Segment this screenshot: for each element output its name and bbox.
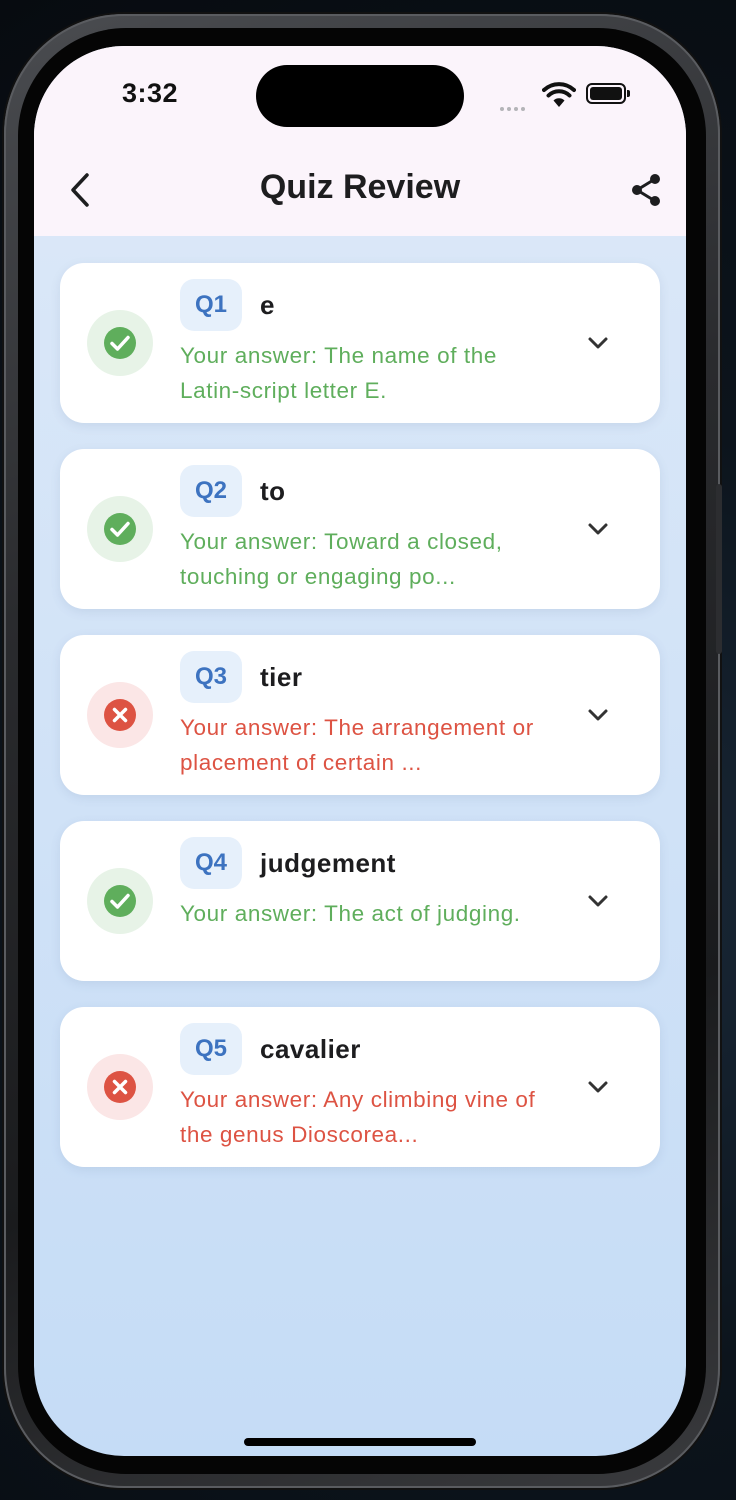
- app-screen: 3:32 Quiz Review Q1 e Your answer: The n…: [34, 46, 686, 1456]
- question-word: cavalier: [260, 1034, 361, 1064]
- check-circle-icon: [104, 327, 136, 359]
- x-circle-icon: [104, 1071, 136, 1103]
- power-button: [716, 484, 722, 654]
- status-time: 3:32: [122, 78, 179, 108]
- x-circle-icon: [104, 699, 136, 731]
- app-header: 3:32 Quiz Review: [34, 46, 686, 236]
- share-button[interactable]: [626, 170, 666, 210]
- check-circle-icon: [104, 513, 136, 545]
- question-number-chip: Q2: [180, 465, 242, 517]
- question-word: judgement: [260, 848, 396, 878]
- expand-button[interactable]: [584, 329, 612, 357]
- expand-button[interactable]: [584, 887, 612, 915]
- page-title: Quiz Review: [259, 168, 461, 206]
- expand-button[interactable]: [584, 1073, 612, 1101]
- question-card[interactable]: Q5 cavalier Your answer: Any climbing vi…: [60, 1007, 660, 1167]
- answer-text: Your answer: The name of the Latin-scrip…: [180, 343, 497, 403]
- chevron-down-icon: [588, 895, 608, 907]
- battery-icon: [586, 83, 630, 104]
- answer-text: Your answer: The arrangement or placemen…: [180, 715, 534, 775]
- home-indicator[interactable]: [244, 1438, 476, 1446]
- question-list: Q1 e Your answer: The name of the Latin-…: [60, 263, 660, 1193]
- question-number-chip: Q3: [180, 651, 242, 703]
- question-card[interactable]: Q3 tier Your answer: The arrangement or …: [60, 635, 660, 795]
- answer-text: Your answer: Toward a closed, touching o…: [180, 529, 503, 589]
- question-card[interactable]: Q1 e Your answer: The name of the Latin-…: [60, 263, 660, 423]
- dynamic-island: [256, 65, 464, 127]
- wifi-icon: [542, 82, 576, 107]
- question-word: to: [260, 476, 286, 506]
- status-badge: [87, 682, 153, 748]
- question-word: tier: [260, 662, 303, 692]
- answer-text: Your answer: The act of judging.: [180, 901, 521, 926]
- cellular-signal-icon: [500, 98, 528, 116]
- chevron-down-icon: [588, 1081, 608, 1093]
- question-card[interactable]: Q4 judgement Your answer: The act of jud…: [60, 821, 660, 981]
- check-circle-icon: [104, 885, 136, 917]
- expand-button[interactable]: [584, 515, 612, 543]
- share-icon: [632, 174, 660, 206]
- question-card[interactable]: Q2 to Your answer: Toward a closed, touc…: [60, 449, 660, 609]
- status-badge: [87, 868, 153, 934]
- chevron-down-icon: [588, 709, 608, 721]
- chevron-down-icon: [588, 337, 608, 349]
- status-badge: [87, 496, 153, 562]
- status-badge: [87, 310, 153, 376]
- chevron-down-icon: [588, 523, 608, 535]
- expand-button[interactable]: [584, 701, 612, 729]
- question-number-chip: Q1: [180, 279, 242, 331]
- question-number-chip: Q4: [180, 837, 242, 889]
- status-badge: [87, 1054, 153, 1120]
- answer-text: Your answer: Any climbing vine of the ge…: [180, 1087, 536, 1147]
- question-number-chip: Q5: [180, 1023, 242, 1075]
- question-word: e: [260, 290, 275, 320]
